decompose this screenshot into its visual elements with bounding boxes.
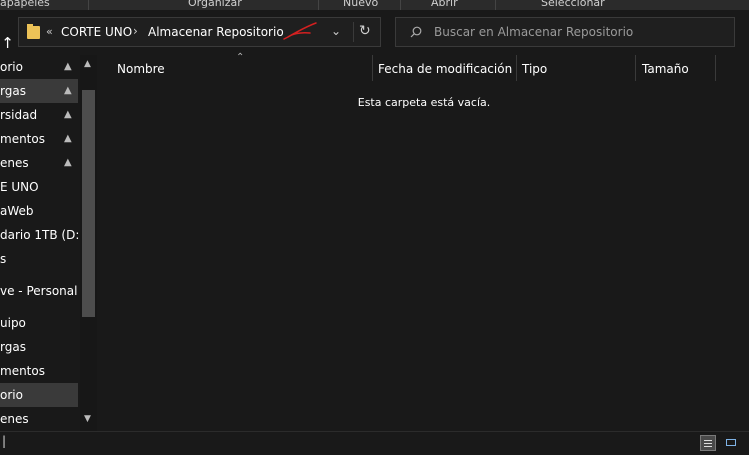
breadcrumb-current-folder[interactable]: Almacenar Repositorio xyxy=(148,25,284,39)
sidebar-item-drive-d[interactable]: dario 1TB (D:) xyxy=(0,223,79,247)
sidebar-item-label: dario 1TB (D:) xyxy=(0,228,79,242)
breadcrumb-overflow-button[interactable]: « xyxy=(46,25,53,38)
folder-icon xyxy=(27,24,40,39)
ribbon-group-open[interactable]: Abrir xyxy=(431,0,458,9)
sidebar-item-label: orio xyxy=(0,388,23,402)
details-view-icon[interactable] xyxy=(700,435,716,451)
pin-icon: ▲ xyxy=(64,61,72,72)
ribbon-divider xyxy=(495,0,496,10)
sidebar-item-web[interactable]: aWeb xyxy=(0,199,79,223)
sidebar-item-label: uipo xyxy=(0,316,26,330)
pin-icon: ▲ xyxy=(64,157,72,168)
column-divider[interactable] xyxy=(715,55,716,81)
sidebar-item-label: s xyxy=(0,252,7,266)
status-bar: | xyxy=(0,431,749,455)
ribbon-divider xyxy=(88,0,89,10)
column-header-name[interactable]: Nombre xyxy=(117,61,165,77)
refresh-icon[interactable]: ↻ xyxy=(359,23,371,39)
column-divider[interactable] xyxy=(635,55,636,81)
sidebar-item-imagenes[interactable]: enes xyxy=(0,407,79,431)
ribbon: apapeles Organizar Nuevo Abrir Seleccion… xyxy=(0,0,749,10)
file-list[interactable]: ⌃ Nombre Fecha de modificación Tipo Tama… xyxy=(99,52,749,431)
column-header-date-modified[interactable]: Fecha de modificación xyxy=(378,61,512,77)
search-icon xyxy=(410,26,422,38)
red-annotation-arrow xyxy=(283,22,317,40)
address-divider xyxy=(353,22,354,42)
pin-icon: ▲ xyxy=(64,85,72,96)
sidebar-item-corte-uno[interactable]: E UNO xyxy=(0,175,79,199)
address-bar[interactable]: « CORTE UNO › Almacenar Repositorio ⌄ ↻ xyxy=(18,17,381,47)
column-divider[interactable] xyxy=(372,55,373,81)
search-input[interactable] xyxy=(434,24,724,40)
ribbon-group-organize[interactable]: Organizar xyxy=(188,0,242,9)
sidebar-item-label: ve - Personal xyxy=(0,284,78,298)
sidebar-item-label: mentos xyxy=(0,364,45,378)
sidebar-item-label: aWeb xyxy=(0,204,34,218)
sidebar-item-descargas[interactable]: rgas xyxy=(0,335,79,359)
sidebar-item-documentos-pinned[interactable]: mentos ▲ xyxy=(0,127,79,151)
pin-icon: ▲ xyxy=(64,133,72,144)
sidebar-scrollbar[interactable]: ▲ ▼ xyxy=(80,55,97,431)
sidebar-item-universidad-pinned[interactable]: rsidad ▲ xyxy=(0,103,79,127)
ribbon-group-new[interactable]: Nuevo xyxy=(343,0,378,9)
address-history-dropdown-icon[interactable]: ⌄ xyxy=(331,24,341,38)
column-divider[interactable] xyxy=(516,55,517,81)
pin-icon: ▲ xyxy=(64,109,72,120)
sidebar-item-label: rsidad xyxy=(0,108,38,122)
sidebar-item-label: rgas xyxy=(0,340,26,354)
column-header-type[interactable]: Tipo xyxy=(522,61,547,77)
large-icons-view-icon[interactable] xyxy=(724,435,740,451)
ribbon-group-select[interactable]: Seleccionar xyxy=(541,0,605,9)
sidebar-item-onedrive-personal[interactable]: ve - Personal xyxy=(0,279,79,303)
sort-ascending-icon: ⌃ xyxy=(236,52,245,63)
scroll-up-icon[interactable]: ▲ xyxy=(84,59,91,69)
sidebar-item-descargas-pinned[interactable]: rgas ▲ xyxy=(0,79,78,103)
sidebar-item-label: orio xyxy=(0,60,23,74)
scrollbar-thumb[interactable] xyxy=(82,90,95,317)
scroll-down-icon[interactable]: ▼ xyxy=(84,414,91,424)
sidebar-item-repositorio-pinned[interactable]: orio ▲ xyxy=(0,55,79,79)
sidebar-item-label: mentos xyxy=(0,132,45,146)
sidebar-item-label: E UNO xyxy=(0,180,39,194)
sidebar-item-label: enes xyxy=(0,412,29,426)
status-text: | xyxy=(2,434,7,448)
sidebar-item-documentos[interactable]: mentos xyxy=(0,359,79,383)
breadcrumb-chevron-icon[interactable]: › xyxy=(133,24,138,38)
sidebar-item-este-equipo[interactable]: uipo xyxy=(0,311,79,335)
ribbon-divider xyxy=(400,0,401,10)
sidebar-item-imagenes-pinned[interactable]: enes ▲ xyxy=(0,151,79,175)
sidebar-item-s[interactable]: s xyxy=(0,247,79,271)
search-box[interactable] xyxy=(395,17,735,47)
empty-folder-message: Esta carpeta está vacía. xyxy=(357,96,491,109)
ribbon-divider xyxy=(318,0,319,10)
up-arrow-icon[interactable]: ↑ xyxy=(0,31,15,55)
sidebar-item-label: enes xyxy=(0,156,29,170)
sidebar-item-repositorio[interactable]: orio xyxy=(0,383,78,407)
column-header-size[interactable]: Tamaño xyxy=(642,61,689,77)
ribbon-group-clipboard[interactable]: apapeles xyxy=(0,0,50,9)
navigation-pane: orio ▲ rgas ▲ rsidad ▲ mentos ▲ enes ▲ E… xyxy=(0,55,99,431)
breadcrumb-corte-uno[interactable]: CORTE UNO xyxy=(61,25,132,39)
sidebar-item-label: rgas xyxy=(0,84,26,98)
